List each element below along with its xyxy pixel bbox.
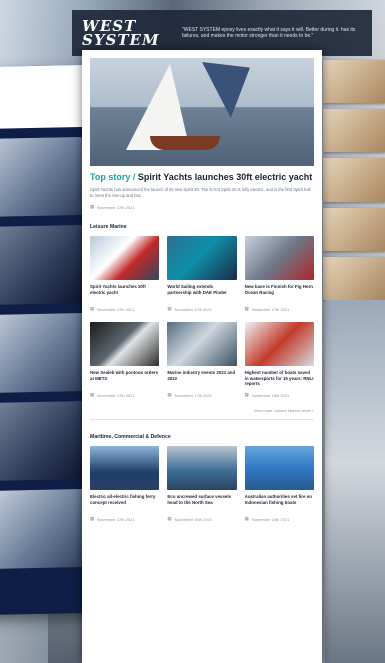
magazine-photo-5 — [0, 488, 91, 570]
article-thumbnail[interactable] — [167, 446, 237, 490]
article-card[interactable]: Marine industry events 2021 and 2022 ▦ No… — [167, 322, 237, 398]
strip-photo — [323, 158, 385, 202]
calendar-icon: ▦ — [167, 516, 172, 521]
strip-photo — [323, 109, 385, 153]
article-title[interactable]: Highest number of boats saved in watersp… — [245, 370, 314, 387]
article-date: ▦ November 15th 2021 — [245, 516, 314, 522]
date-text: November 17th 2021 — [97, 516, 135, 522]
west-system-logo: WEST SYSTEM — [82, 19, 172, 49]
strip-photo — [323, 207, 385, 251]
article-card[interactable]: World Sailing extends partnership with D… — [167, 236, 237, 312]
article-thumbnail[interactable] — [244, 446, 314, 490]
magazine-top — [0, 64, 94, 130]
article-date: ▦ November 17th 2021 — [90, 306, 159, 312]
calendar-icon: ▦ — [244, 392, 249, 397]
date-text: November 17th 2021 — [251, 306, 290, 312]
calendar-icon: ▦ — [90, 392, 95, 397]
article-card[interactable]: New base is Finnish for Fig Horn Ocean R… — [244, 236, 314, 312]
calendar-icon: ▦ — [90, 516, 95, 521]
leisure-grid: Spirit Yachts launches 30ft electric yac… — [90, 236, 314, 398]
section-divider — [90, 419, 314, 420]
date-text: November 15th 2021 — [251, 392, 290, 398]
calendar-icon: ▦ — [90, 204, 95, 209]
calendar-icon: ▦ — [244, 516, 249, 521]
article-card[interactable]: New Sealeb with pontoon orders at METS ▦… — [90, 322, 160, 398]
article-title[interactable]: Electric all-electric fishing ferry conc… — [90, 494, 159, 511]
calendar-icon: ▦ — [167, 306, 172, 311]
date-text: November 15th 2021 — [174, 516, 212, 522]
article-thumbnail[interactable] — [167, 322, 237, 366]
section-title-leisure: Leisure Marine — [90, 224, 127, 230]
date-text: November 15th 2021 — [251, 516, 290, 522]
maritime-grid: Electric all-electric fishing ferry conc… — [90, 446, 314, 522]
article-card[interactable]: Spirit Yachts launches 30ft electric yac… — [90, 236, 160, 312]
article-card[interactable]: Highest number of boats saved in watersp… — [244, 322, 314, 398]
calendar-icon: ▦ — [90, 306, 95, 311]
article-date: ▦ November 17th 2021 — [167, 306, 236, 312]
magazine-photo-2 — [0, 224, 86, 306]
article-date: ▦ November 17th 2021 — [90, 516, 159, 522]
article-date: ▦ November 15th 2021 — [167, 516, 236, 522]
article-title[interactable]: World Sailing extends partnership with D… — [167, 284, 236, 301]
date-text: November 17th 2021 — [174, 306, 212, 312]
top-story-date: ▦ November 17th 2021 — [90, 204, 314, 210]
top-story-kicker: Top story / — [90, 172, 136, 182]
article-title[interactable]: Marine industry events 2021 and 2022 — [167, 370, 236, 387]
quote-text: "WEST SYSTEM epoxy lives exactly what it… — [182, 26, 356, 40]
date-text: November 17th 2021 — [174, 392, 212, 398]
calendar-icon: ▦ — [167, 392, 172, 397]
article-thumbnail[interactable] — [167, 236, 237, 280]
top-story-excerpt: Spirit Yachts has announced the launch o… — [90, 187, 311, 198]
date-text: November 17th 2021 — [97, 306, 135, 312]
date-text: November 17th 2021 — [97, 392, 135, 398]
article-card[interactable]: Electric all-electric fishing ferry conc… — [90, 446, 160, 522]
article-thumbnail[interactable] — [90, 322, 160, 366]
article-title[interactable]: New Sealeb with pontoon orders at METS — [90, 370, 159, 387]
magazine-photo-3 — [0, 312, 88, 394]
hero-image[interactable] — [90, 58, 314, 166]
article-thumbnail[interactable] — [244, 322, 314, 366]
article-date: ▦ November 17th 2021 — [245, 306, 314, 312]
section-title-maritime: Maritime, Commercial & Defence — [90, 434, 171, 440]
top-story-headline[interactable]: Top story / Spirit Yachts launches 30ft … — [90, 172, 314, 183]
logo-line-2: SYSTEM — [82, 31, 160, 49]
header-quote: "WEST SYSTEM epoxy lives exactly what it… — [182, 27, 362, 40]
date-text: November 17th 2021 — [97, 204, 135, 210]
article-title[interactable]: Eco uncrewed surface vessels head to the… — [167, 494, 236, 511]
article-title[interactable]: New base is Finnish for Fig Horn Ocean R… — [245, 284, 314, 301]
background-photo-right — [325, 300, 385, 663]
strip-photo — [323, 256, 385, 301]
background-photo-strip — [323, 60, 385, 301]
magazine-photo-4 — [0, 400, 89, 482]
article-thumbnail[interactable] — [90, 446, 160, 490]
article-thumbnail[interactable] — [244, 236, 314, 280]
strip-photo — [323, 60, 385, 104]
calendar-icon: ▦ — [244, 306, 249, 311]
article-title[interactable]: Spirit Yachts launches 30ft electric yac… — [90, 284, 159, 301]
article-title[interactable]: Australian authorities set fire on Indon… — [245, 494, 314, 511]
newsletter-document: Top story / Spirit Yachts launches 30ft … — [82, 50, 322, 663]
article-thumbnail[interactable] — [90, 236, 160, 280]
view-more-leisure-link[interactable]: View more Leisure Marine news > — [90, 408, 314, 413]
spinnaker-shape — [202, 62, 250, 118]
magazine-photo-1 — [0, 136, 84, 218]
article-card[interactable]: Australian authorities set fire on Indon… — [244, 446, 314, 522]
top-story-title: Spirit Yachts launches 30ft electric yac… — [137, 172, 313, 182]
article-date: ▦ November 17th 2021 — [167, 392, 236, 398]
article-date: ▦ November 15th 2021 — [245, 392, 314, 398]
article-card[interactable]: Eco uncrewed surface vessels head to the… — [167, 446, 237, 522]
hull-shape — [150, 136, 220, 150]
article-date: ▦ November 17th 2021 — [90, 392, 159, 398]
